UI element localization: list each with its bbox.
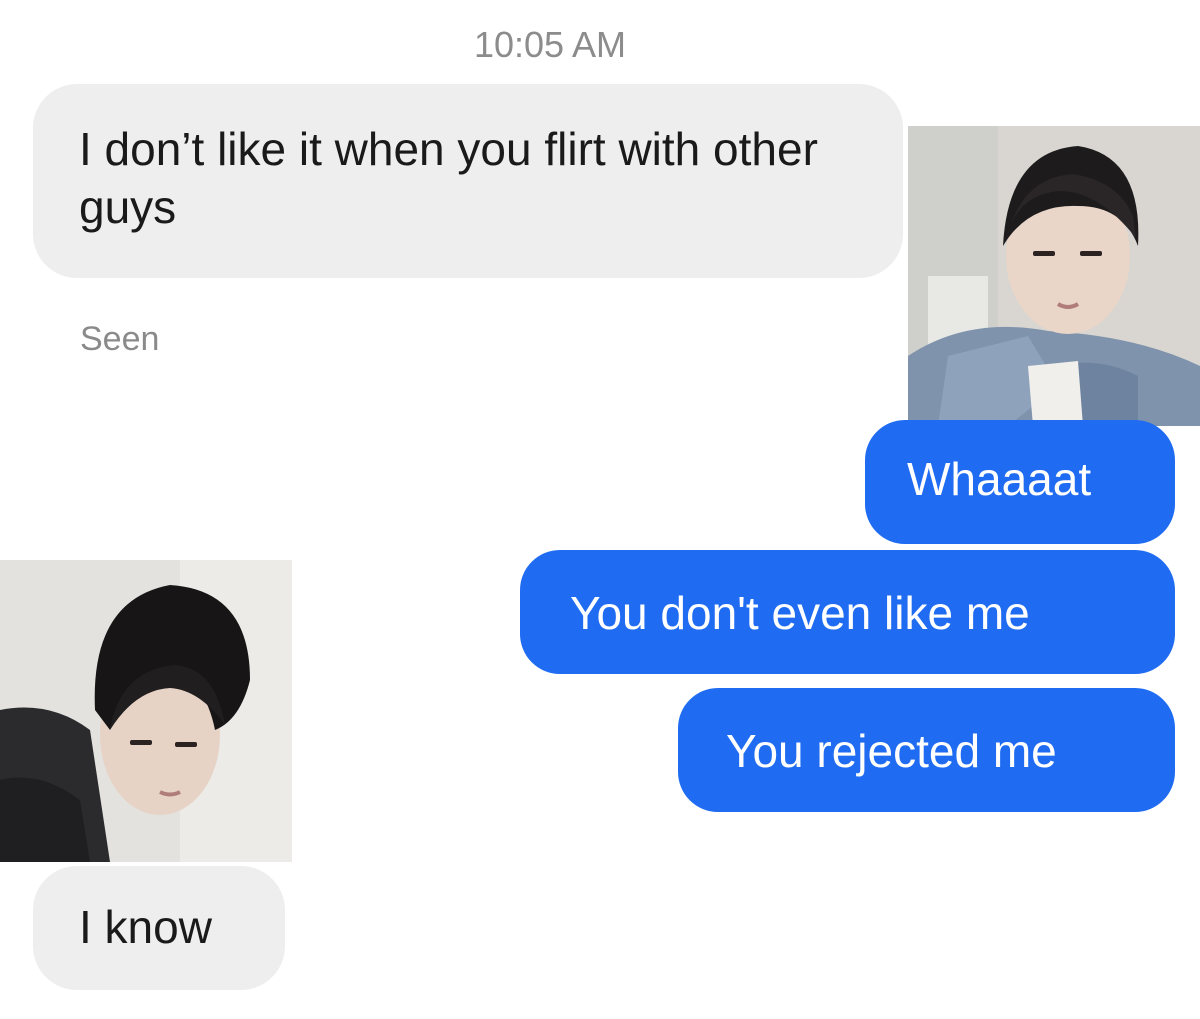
message-bubble-incoming[interactable]: I don’t like it when you flirt with othe… — [33, 84, 903, 278]
message-bubble-outgoing[interactable]: Whaaaat — [865, 420, 1175, 544]
person-photo-graphic — [908, 126, 1200, 426]
person-photo — [0, 560, 292, 862]
timestamp: 10:05 AM — [473, 24, 627, 65]
person-photo — [908, 126, 1200, 426]
message-text: Whaaaat — [907, 453, 1092, 505]
person-photo-graphic — [0, 560, 292, 862]
message-text: You rejected me — [726, 725, 1057, 777]
message-bubble-outgoing[interactable]: You rejected me — [678, 688, 1175, 812]
message-text: I don’t like it when you flirt with othe… — [79, 123, 818, 233]
message-text: You don't even like me — [570, 587, 1030, 639]
message-text: I know — [79, 901, 212, 953]
message-bubble-incoming[interactable]: I know — [33, 866, 285, 990]
message-bubble-outgoing[interactable]: You don't even like me — [520, 550, 1175, 674]
seen-status: Seen — [80, 320, 160, 358]
